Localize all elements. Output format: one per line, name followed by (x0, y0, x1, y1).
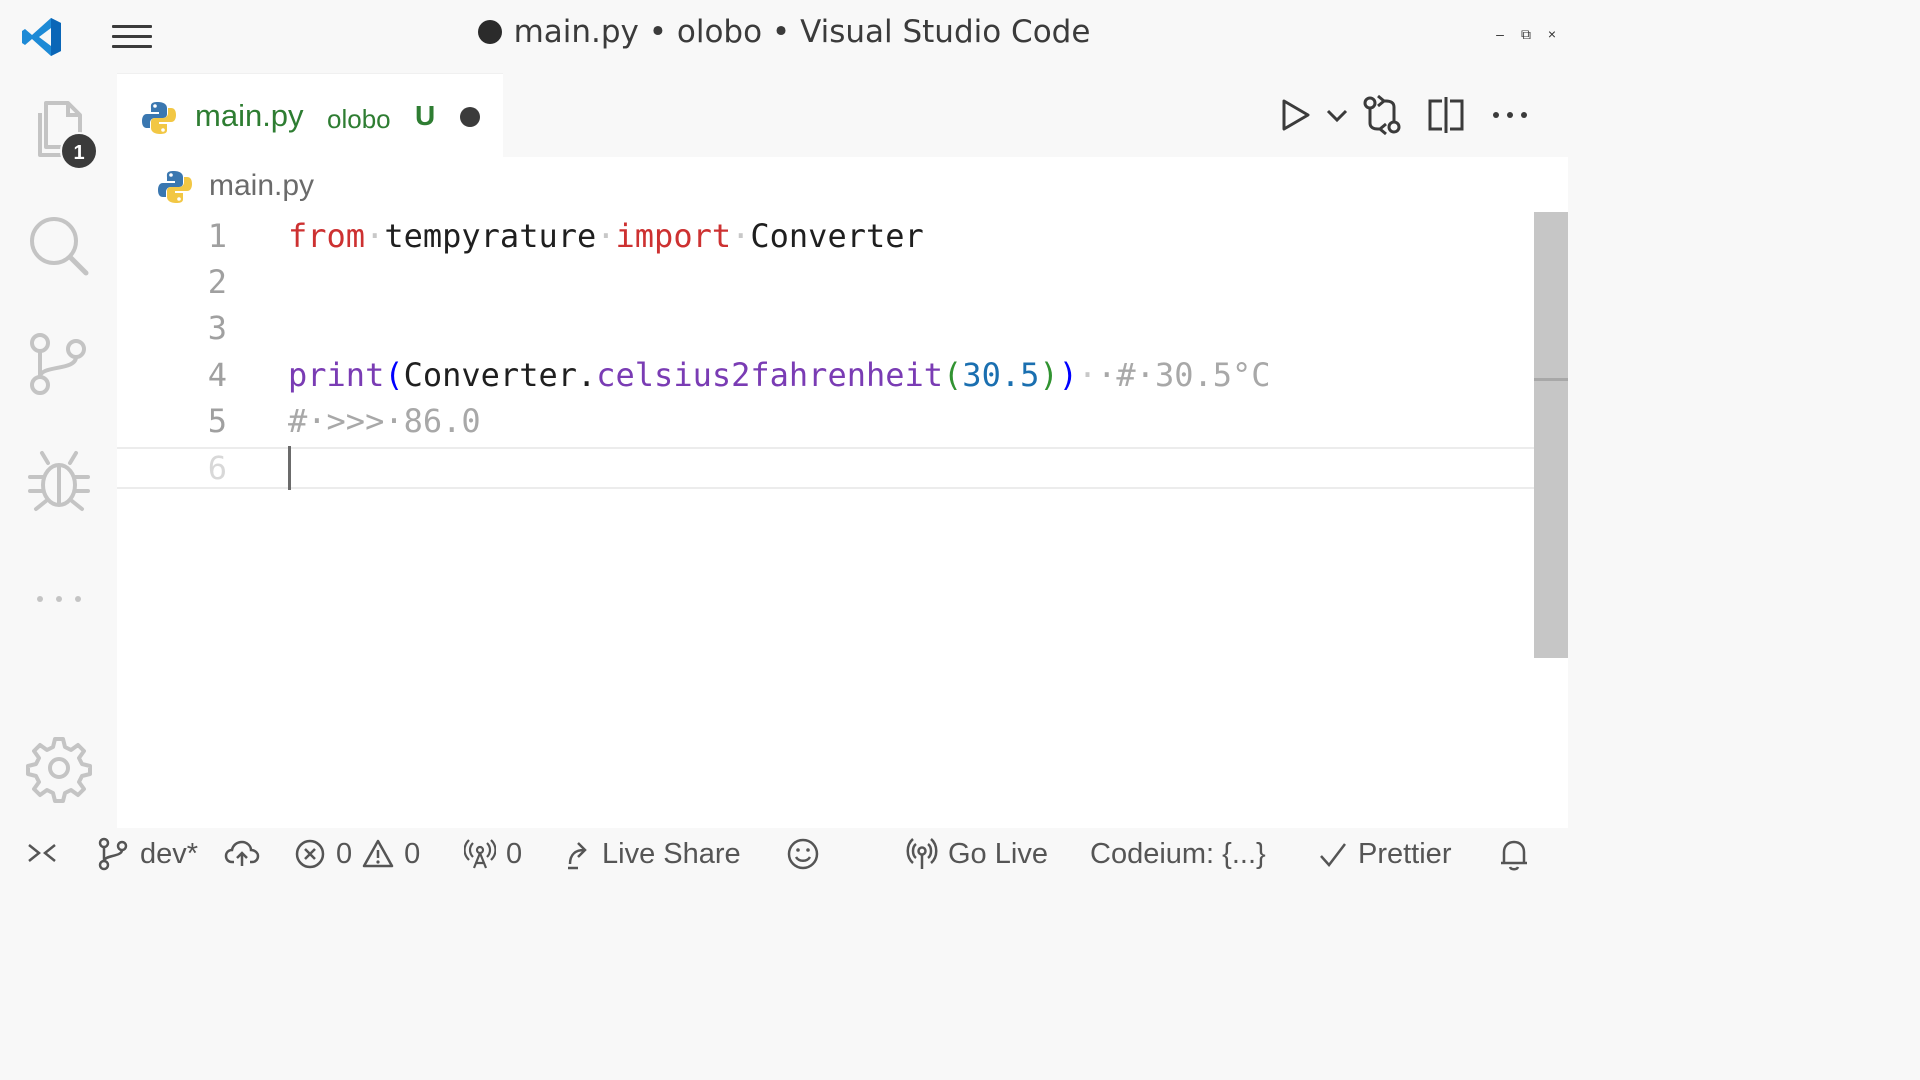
git-branch-status[interactable]: dev* (96, 834, 198, 874)
tab-main-py[interactable]: main.py olobo U (117, 73, 503, 157)
editor-tab-bar: main.py olobo U (117, 73, 1568, 157)
run-python-file-button[interactable] (1274, 93, 1318, 137)
git-branch-icon (98, 837, 128, 871)
line-number: 1 (207, 217, 227, 255)
split-editor-icon (1428, 97, 1464, 133)
settings-gear-icon (26, 737, 92, 803)
broadcast-icon (906, 838, 938, 869)
problems-status[interactable]: 0 0 (294, 834, 420, 874)
live-share-icon (568, 842, 587, 870)
run-icon (1282, 99, 1310, 131)
compare-changes-icon (1363, 94, 1401, 136)
open-changes-button[interactable] (1360, 93, 1404, 137)
tab-description: olobo (327, 104, 391, 134)
editor[interactable]: main.py 1 2 3 4 5 6 from·tempyrature·imp… (117, 157, 1568, 828)
current-line-highlight (117, 447, 1535, 489)
activity-search[interactable] (24, 211, 94, 281)
live-share-button[interactable]: Live Share (564, 834, 741, 874)
line-number: 6 (207, 449, 227, 487)
run-options-dropdown[interactable] (1322, 93, 1352, 137)
unsaved-dot-icon (477, 20, 502, 44)
chevron-down-icon (1326, 109, 1348, 123)
scrollbar-cursor-marker (1534, 378, 1568, 381)
breadcrumb-file: main.py (209, 169, 315, 202)
cloud-upload-icon (224, 840, 260, 866)
tab-dirty-indicator-icon[interactable] (460, 107, 480, 127)
source-control-icon (30, 333, 86, 395)
publish-branch-button[interactable] (224, 834, 260, 874)
notifications-button[interactable] (1498, 834, 1530, 874)
codeium-status[interactable]: Codeium: {...} (1090, 834, 1266, 874)
more-actions-button[interactable] (1488, 93, 1532, 137)
prettier-status[interactable]: Prettier (1318, 834, 1451, 874)
line-number: 5 (207, 402, 227, 440)
tab-label: main.py (195, 98, 304, 133)
remote-icon (28, 844, 56, 862)
python-icon (142, 102, 176, 134)
branch-name: dev* (140, 837, 199, 870)
ports-count: 0 (506, 837, 523, 870)
maximize-button[interactable]: ⧉ (1518, 26, 1534, 43)
code-line-5: #·>>>·86.0 (288, 402, 481, 440)
codeium-label: Codeium: {...} (1090, 837, 1266, 870)
status-bar: dev* 0 0 0 Live Share Go Live Codeium: {… (0, 828, 1568, 880)
more-icon (37, 596, 81, 602)
go-live-button[interactable]: Go Live (906, 834, 1048, 874)
line-number: 2 (207, 263, 227, 301)
search-icon (30, 217, 89, 276)
ports-status[interactable]: 0 (464, 834, 522, 874)
text-cursor (288, 446, 291, 490)
window-controls: – ⧉ × (1492, 26, 1560, 43)
activity-manage[interactable] (24, 733, 94, 803)
go-live-label: Go Live (948, 837, 1048, 870)
feedback-button[interactable] (786, 834, 820, 874)
debug-icon (28, 451, 90, 511)
activity-more[interactable] (24, 563, 94, 633)
python-icon (158, 171, 192, 203)
warning-icon (362, 839, 394, 868)
code-line-4: print(Converter.celsius2fahrenheit(30.5)… (288, 356, 1271, 394)
error-icon (295, 839, 325, 869)
activity-run-debug[interactable] (24, 445, 94, 515)
activity-bar-items (0, 73, 117, 828)
close-button[interactable]: × (1544, 26, 1560, 43)
code-line-1: from·tempyrature·import·Converter (288, 217, 924, 255)
more-actions-icon (1493, 112, 1527, 118)
live-share-label: Live Share (602, 837, 741, 870)
vertical-scrollbar[interactable] (1534, 212, 1568, 658)
bell-icon (1501, 840, 1527, 871)
warning-count: 0 (404, 837, 421, 870)
window-title: main.py • olobo • Visual Studio Code (0, 14, 1568, 50)
line-number: 3 (207, 309, 227, 347)
split-editor-button[interactable] (1424, 93, 1468, 137)
remote-indicator[interactable] (26, 834, 58, 874)
tab-git-status: U (415, 100, 436, 131)
prettier-label: Prettier (1358, 837, 1452, 870)
check-icon (1320, 843, 1346, 867)
radio-tower-icon (464, 839, 496, 869)
minimize-button[interactable]: – (1492, 26, 1508, 43)
error-count: 0 (336, 837, 353, 870)
smiley-icon (787, 838, 819, 870)
activity-source-control[interactable] (24, 329, 94, 399)
title-bar: main.py • olobo • Visual Studio Code – ⧉… (0, 0, 1568, 73)
line-number: 4 (207, 356, 227, 394)
